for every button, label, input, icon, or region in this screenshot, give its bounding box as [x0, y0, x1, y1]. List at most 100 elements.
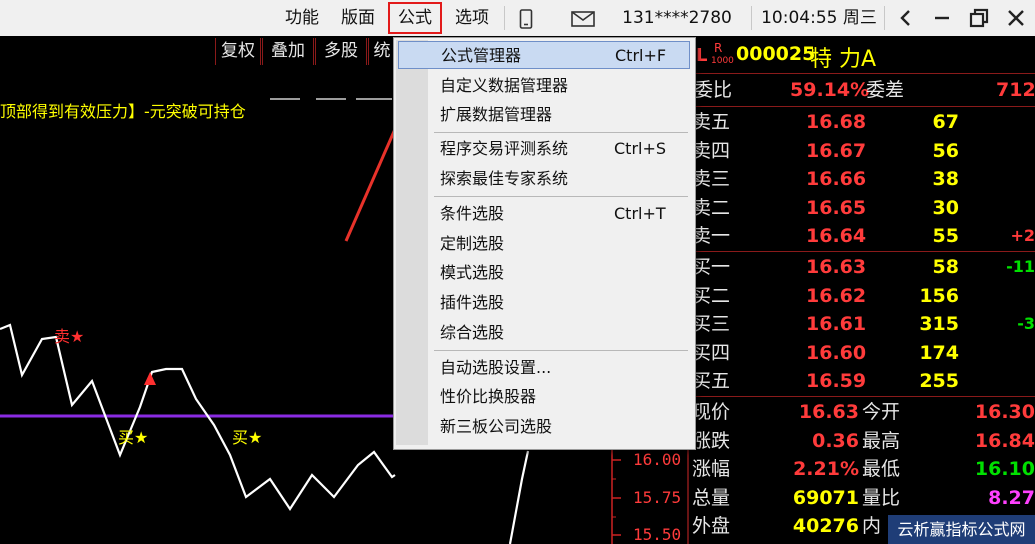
menu-item-extended-data-manager[interactable]: 扩展数据管理器 — [398, 101, 690, 129]
sell-marker: 卖★ — [54, 327, 85, 346]
order-level-label: 卖五 — [692, 111, 731, 133]
menu-item-label: 扩展数据管理器 — [440, 105, 553, 124]
menu-item-combined-stock-screen[interactable]: 综合选股 — [398, 319, 690, 347]
stat-value: 16.63 — [798, 401, 859, 423]
order-level-label: 卖一 — [692, 225, 731, 248]
order-book-row: 卖四 16.67 56 — [690, 137, 1035, 165]
stock-code: 000025 — [736, 43, 816, 65]
menu-item-label: 性价比换股器 — [440, 387, 537, 406]
order-volume: 38 — [932, 168, 959, 191]
price-axis-label: 15.75 — [633, 488, 682, 507]
order-volume: 56 — [932, 139, 959, 162]
menu-item-expert-system-explorer[interactable]: 探索最佳专家系统 — [398, 165, 690, 193]
stat-label: 现价 — [692, 401, 731, 423]
order-price: 16.59 — [806, 370, 867, 393]
menu-separator — [434, 196, 688, 197]
menu-separator — [434, 132, 688, 133]
menu-item-plugin-stock-screen[interactable]: 插件选股 — [398, 289, 690, 317]
panel-divider — [690, 251, 1035, 252]
stock-name: 特 力A — [810, 47, 877, 72]
order-book-row: 卖五 16.68 67 — [690, 108, 1035, 136]
watermark: 云析赢指标公式网 — [888, 515, 1035, 544]
menu-item-custom-stock-screen[interactable]: 定制选股 — [398, 230, 690, 258]
menu-layout[interactable]: 版面 — [334, 0, 382, 36]
menu-options[interactable]: 选项 — [446, 0, 498, 36]
menu-item-neeq-stock-screen[interactable]: 新三板公司选股 — [398, 413, 690, 441]
order-volume: 58 — [932, 256, 959, 278]
stat-value: 16.10 — [974, 458, 1035, 481]
order-level-label: 卖四 — [692, 139, 731, 162]
menu-item-label: 模式选股 — [440, 263, 505, 282]
order-price: 16.66 — [806, 168, 867, 191]
menu-item-label: 综合选股 — [440, 323, 505, 342]
stock-header[interactable]: L R 1000 000025 特 力A — [690, 40, 1035, 72]
order-price: 16.65 — [806, 196, 867, 219]
menu-item-label: 公式管理器 — [441, 46, 522, 65]
restore-rights-button[interactable]: 复权 — [215, 38, 261, 65]
order-level-label: 买三 — [692, 313, 731, 336]
menu-item-trading-evaluation-system[interactable]: 程序交易评测系统 Ctrl+S — [398, 135, 690, 163]
overlay-button[interactable]: 叠加 — [262, 38, 314, 65]
order-change: +2 — [1010, 226, 1035, 246]
back-arrow-icon[interactable] — [897, 8, 915, 32]
menu-item-custom-data-manager[interactable]: 自定义数据管理器 — [398, 72, 690, 100]
order-ratio-label: 委比 — [694, 79, 733, 101]
message-icon[interactable] — [571, 11, 595, 31]
order-price: 16.60 — [806, 341, 867, 364]
order-volume: 156 — [919, 284, 959, 307]
multi-stock-button[interactable]: 多股 — [315, 38, 367, 65]
menu-item-value-swap-tool[interactable]: 性价比换股器 — [398, 383, 690, 411]
order-book-row: 买二 16.62 156 — [690, 282, 1035, 310]
menu-item-label: 条件选股 — [440, 204, 505, 223]
order-price: 16.64 — [806, 225, 867, 248]
stat-value: 40276 — [792, 515, 859, 538]
menu-item-condition-stock-screen[interactable]: 条件选股 Ctrl+T — [398, 200, 690, 228]
price-line-right — [508, 450, 530, 544]
menu-formula[interactable]: 公式 — [388, 2, 442, 34]
order-level-label: 买四 — [692, 341, 731, 364]
panel-divider — [690, 73, 1035, 74]
restore-icon[interactable] — [968, 7, 990, 33]
order-level-label: 卖三 — [692, 168, 731, 191]
menu-item-pattern-stock-screen[interactable]: 模式选股 — [398, 259, 690, 287]
mobile-phone-icon[interactable] — [519, 9, 533, 33]
stat-label: 今开 — [862, 401, 901, 423]
stat-label: 外盘 — [692, 515, 731, 538]
order-ratio-value: 59.14% — [790, 79, 870, 101]
order-volume: 67 — [932, 111, 959, 133]
menu-function[interactable]: 功能 — [278, 0, 326, 36]
menu-item-formula-manager[interactable]: 公式管理器 Ctrl+F — [398, 41, 690, 69]
menu-item-auto-screen-settings[interactable]: 自动选股设置... — [398, 354, 690, 382]
formula-dropdown-menu: 公式管理器 Ctrl+F 自定义数据管理器 扩展数据管理器程序交易评测系统 Ctrl+S… — [393, 37, 696, 450]
stat-value: 8.27 — [988, 486, 1035, 509]
quote-stat-row: 总量 69071 量比 8.27 — [690, 484, 1035, 512]
minimize-icon[interactable] — [932, 8, 952, 32]
order-volume: 30 — [932, 196, 959, 219]
menu-item-label: 自定义数据管理器 — [440, 76, 569, 95]
order-price: 16.61 — [806, 313, 867, 336]
price-axis-label: 16.00 — [633, 450, 682, 469]
stat-value: 16.30 — [974, 401, 1035, 423]
quote-stat-row: 现价 16.63 今开 16.30 — [690, 398, 1035, 426]
menu-item-label: 探索最佳专家系统 — [440, 169, 569, 188]
order-price: 16.68 — [806, 111, 867, 133]
account-id[interactable]: 131****2780 — [614, 0, 740, 36]
strategy-annotation: 顶部得到有效压力】-元突破可持仓 — [0, 102, 246, 121]
clock: 10:04:55 周三 — [761, 8, 877, 28]
stat-label: 量比 — [862, 486, 901, 509]
stat-label: 总量 — [692, 486, 731, 509]
stat-label: 内 — [862, 515, 882, 538]
order-level-label: 买一 — [692, 256, 731, 278]
menu-item-label: 定制选股 — [440, 234, 505, 253]
stat-value: 69071 — [792, 486, 859, 509]
stats-button[interactable]: 统 — [368, 38, 395, 65]
order-book-row: 买一 16.63 58 -11 — [690, 253, 1035, 281]
stat-label: 涨幅 — [692, 458, 731, 481]
order-book-row: 卖一 16.64 55 +2 — [690, 222, 1035, 250]
order-level-label: 买二 — [692, 284, 731, 307]
order-price: 16.67 — [806, 139, 867, 162]
buy-marker: 买★ — [118, 428, 149, 447]
close-icon[interactable] — [1006, 8, 1026, 32]
order-book-row: 买五 16.59 255 — [690, 367, 1035, 395]
price-axis-label: 15.50 — [633, 525, 682, 544]
